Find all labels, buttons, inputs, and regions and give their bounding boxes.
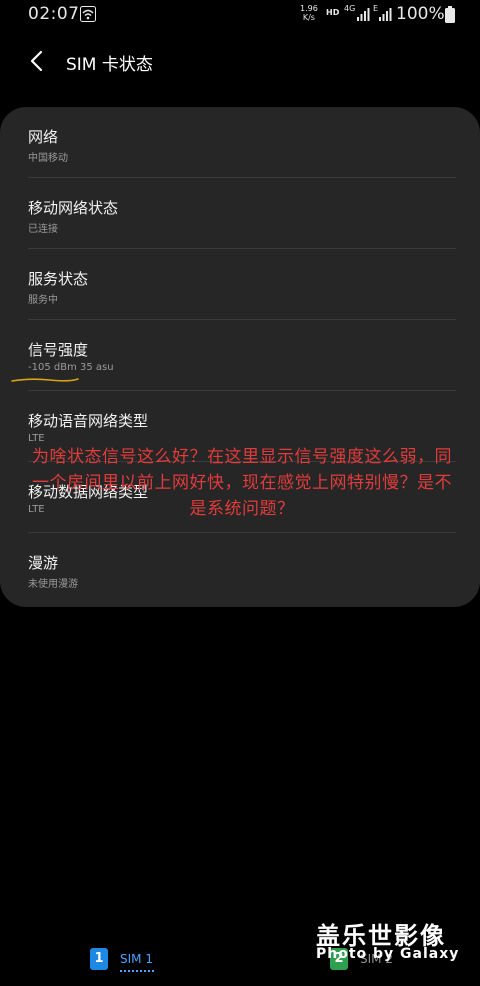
status-bar: 02:07 1.96 K/s HD 4G E 100% [0,0,480,30]
speed-unit: K/s [302,13,315,22]
row-roaming: 漫游 未使用漫游 [0,533,480,604]
row-network: 网络 中国移动 [0,107,480,178]
row-value: 服务中 [28,295,58,306]
row-value: -105 dBm 35 asu [28,362,114,373]
user-comment-annotation: 为啥状态信号这么好？在这里显示信号强度这么弱，同一个房间里以前上网好快，现在感觉… [32,447,452,519]
signal-strength-icon [357,8,370,21]
sim1-selected-indicator [120,968,154,972]
page-title: SIM 卡状态 [66,55,153,75]
row-value: LTE [28,433,45,444]
network-type-4g: 4G [344,4,356,13]
back-arrow-icon[interactable] [28,50,46,72]
row-title: 网络 [28,128,59,146]
row-service-state: 服务状态 服务中 [0,249,480,320]
network-speed: 1.96 K/s [300,4,318,22]
row-title: 移动网络状态 [28,199,119,217]
tab-sim1[interactable]: SIM 1 [120,952,153,966]
status-time: 02:07 [28,4,80,24]
sim-status-card: 网络 中国移动 移动网络状态 已连接 服务状态 服务中 信号强度 -105 dB… [0,107,480,607]
row-title: 信号强度 [28,341,89,359]
sim-status-screen: 02:07 1.96 K/s HD 4G E 100% SIM 卡状态 网络 中… [0,0,480,986]
battery-icon [445,6,455,23]
row-value: 已连接 [28,224,58,235]
watermark-subtitle: Photo by Galaxy [316,946,460,962]
row-value: 中国移动 [28,153,68,164]
hd-icon: HD [326,8,340,17]
handwritten-underline [11,378,79,382]
battery-percent: 100% [396,4,445,24]
row-title: 服务状态 [28,270,89,288]
signal-strength-icon-2 [379,8,392,21]
speed-value: 1.96 [300,4,318,13]
row-mobile-network-state: 移动网络状态 已连接 [0,178,480,249]
row-value: 未使用漫游 [28,579,78,590]
wifi-icon [80,6,96,22]
sim1-icon[interactable]: 1 [90,948,108,970]
row-title: 移动语音网络类型 [28,412,149,430]
row-title: 漫游 [28,554,59,572]
